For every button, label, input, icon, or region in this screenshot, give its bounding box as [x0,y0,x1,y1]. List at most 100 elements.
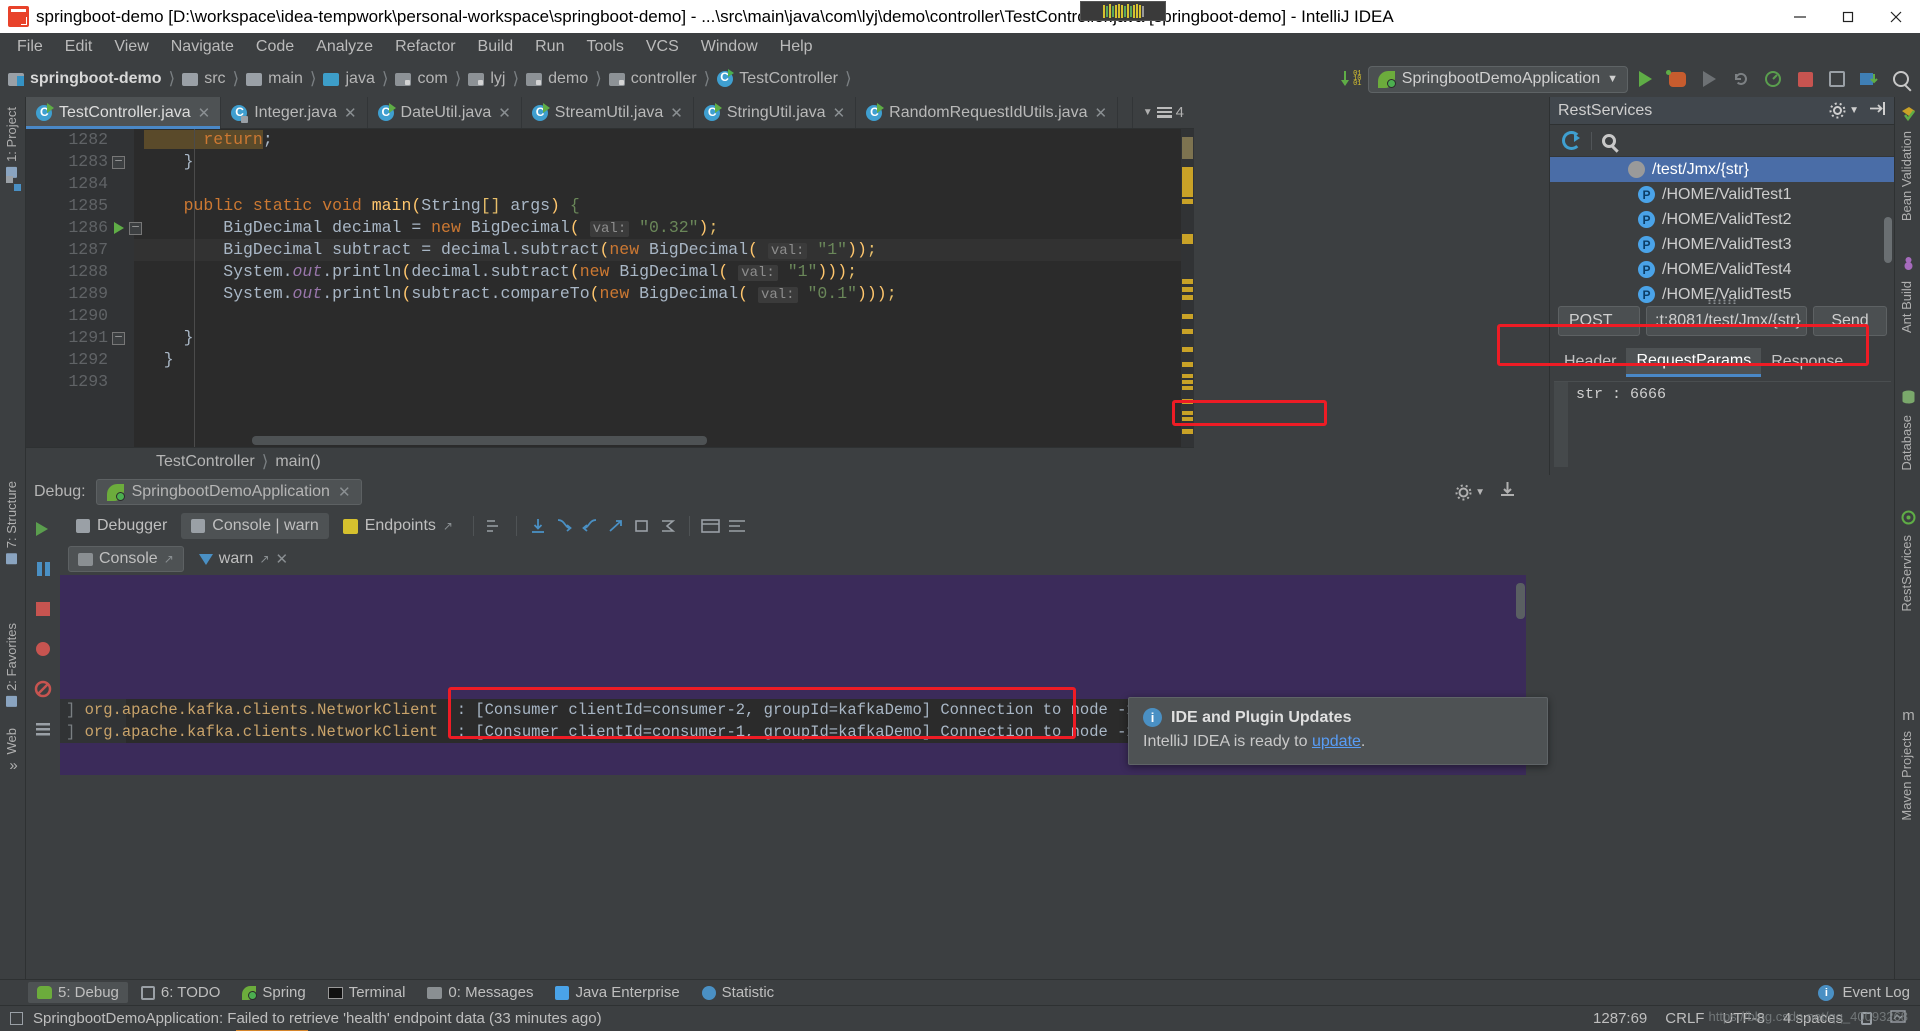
update-link[interactable]: update [1312,733,1361,750]
editor-code-area[interactable]: return; } public static void main(String… [134,129,1194,447]
list-item[interactable]: /test/Jmx/{str} [1550,157,1894,182]
breadcrumb-item-controller[interactable]: controller [608,70,697,88]
editor-tab-streamutil[interactable]: StreamUtil.java ✕ [522,97,694,128]
tool-button-debug[interactable]: 5: Debug [28,982,128,1003]
resume-program-icon[interactable] [26,509,60,549]
restservices-endpoint-list[interactable]: /test/Jmx/{str} P /HOME/ValidTest1 P /HO… [1550,157,1894,305]
export-button[interactable] [1499,481,1516,503]
tab-header[interactable]: Header [1554,349,1626,375]
close-icon[interactable]: ✕ [276,550,289,568]
tab-requestparams[interactable]: RequestParams [1626,347,1762,377]
mute-breakpoints-icon[interactable] [26,669,60,709]
debug-button[interactable] [1662,64,1692,94]
breadcrumb-item-src[interactable]: src [182,70,226,88]
request-url-input[interactable]: :t:8081/test/Jmx/{str} [1646,306,1807,336]
http-method-select[interactable]: POST [1558,306,1640,336]
step-out-icon[interactable] [605,515,627,537]
editor-tab-overflow[interactable]: ▼ 4 [1131,97,1194,128]
sidebar-item-bean-validation[interactable]: Bean Validation [1894,125,1919,227]
menu-edit[interactable]: Edit [54,35,104,59]
close-icon[interactable]: ✕ [1094,104,1107,122]
console-vertical-scrollbar[interactable] [1516,583,1525,619]
menu-vcs[interactable]: VCS [635,35,690,59]
download-binary-icon[interactable]: 01 10 01 [1336,64,1366,94]
stop-program-icon[interactable] [26,589,60,629]
minimize-button[interactable] [1776,0,1824,33]
editor-gutter[interactable]: 1282 1283 1284 1285 1286 1287 1288 1289 … [26,129,142,447]
menu-file[interactable]: File [6,35,54,59]
close-icon[interactable]: ✕ [833,104,846,122]
close-icon[interactable]: ✕ [338,483,351,501]
settings-button[interactable]: ▼ [1455,484,1485,501]
menu-build[interactable]: Build [467,35,525,59]
request-params-editor[interactable]: str : 6666 [1554,381,1891,467]
tool-button-terminal[interactable]: Terminal [319,982,415,1003]
fold-marker-icon[interactable]: ─ [112,332,125,345]
layout-button[interactable] [1822,64,1852,94]
list-item[interactable]: P /HOME/ValidTest1 [1550,182,1894,207]
list-item[interactable]: P /HOME/ValidTest2 [1550,207,1894,232]
editor-horizontal-scrollbar[interactable] [252,436,707,445]
run-button[interactable] [1630,64,1660,94]
search-icon[interactable] [1602,133,1616,148]
update-project-icon[interactable] [1854,64,1884,94]
sidebar-item-structure[interactable]: 7: Structure [0,475,24,570]
menu-view[interactable]: View [103,35,159,59]
close-icon[interactable]: ✕ [198,104,211,122]
list-item[interactable]: P /HOME/ValidTest4 [1550,257,1894,282]
drop-frame-icon[interactable] [631,515,653,537]
scroll-to-end-icon[interactable] [726,515,748,537]
breadcrumb-item-class[interactable]: TestController [717,69,838,88]
send-button[interactable]: Send [1813,306,1887,336]
editor-marker-strip[interactable] [1181,129,1194,447]
editor-tab-randomrequestidutils[interactable]: RandomRequestIdUtils.java ✕ [856,97,1119,128]
tool-button-spring[interactable]: Spring [233,982,314,1003]
breadcrumb-item-java[interactable]: java [323,70,375,88]
close-icon[interactable]: ✕ [670,104,683,122]
rerun-button[interactable] [1726,64,1756,94]
close-button[interactable] [1872,0,1920,33]
sidebar-item-ant-build[interactable]: Ant Build [1894,275,1919,339]
tool-button-statistic[interactable]: Statistic [693,982,784,1003]
run-with-coverage-button[interactable] [1694,64,1724,94]
tool-button-todo[interactable]: 6: TODO [132,982,229,1003]
soft-wrap-icon[interactable] [700,515,722,537]
close-icon[interactable]: ✕ [498,104,511,122]
structure-rail-icon[interactable] [5,175,22,192]
sidebar-item-maven-projects[interactable]: Maven Projects [1894,725,1919,827]
pause-program-icon[interactable] [26,549,60,589]
breadcrumb-item-main[interactable]: main [246,70,303,88]
fold-marker-icon[interactable]: ─ [112,156,125,169]
code-editor[interactable]: 1282 1283 1284 1285 1286 1287 1288 1289 … [26,129,1194,447]
caret-position[interactable]: 1287:69 [1593,1010,1647,1027]
breadcrumb-class[interactable]: TestController [156,453,255,471]
breadcrumb-item-lyj[interactable]: lyj [468,70,505,88]
debug-session-tab[interactable]: SpringbootDemoApplication ✕ [95,479,362,505]
refresh-icon[interactable] [1562,131,1581,150]
menu-analyze[interactable]: Analyze [305,35,384,59]
editor-tab-stringutil[interactable]: StringUtil.java ✕ [694,97,857,128]
expand-rail-icon[interactable]: » [5,757,22,774]
sidebar-item-web[interactable]: Web [0,722,24,761]
stop-button[interactable] [1790,64,1820,94]
endpoint-list-scrollbar[interactable] [1884,217,1892,263]
status-message[interactable]: SpringbootDemoApplication: Failed to ret… [33,1010,602,1027]
editor-tab-dateutil[interactable]: DateUtil.java ✕ [368,97,522,128]
menu-run[interactable]: Run [524,35,575,59]
menu-help[interactable]: Help [769,35,824,59]
view-breakpoints-icon[interactable] [26,629,60,669]
list-item[interactable]: P /HOME/ValidTest3 [1550,232,1894,257]
sidebar-item-favorites[interactable]: 2: Favorites [0,617,24,713]
subtab-console[interactable]: Console ↗ [68,546,184,572]
search-everywhere-icon[interactable] [1886,64,1916,94]
force-step-into-icon[interactable] [579,515,601,537]
editor-tab-testcontroller[interactable]: TestController.java ✕ [26,97,222,129]
menu-navigate[interactable]: Navigate [160,35,245,59]
status-checkbox-icon[interactable] [10,1012,23,1025]
sidebar-item-restservices[interactable]: RestServices [1894,529,1919,618]
step-into-icon[interactable] [553,515,575,537]
request-param-line[interactable]: str : 6666 [1554,382,1891,407]
sidebar-item-database[interactable]: Database [1894,409,1919,477]
breadcrumb-method[interactable]: main() [275,453,320,471]
maximize-button[interactable] [1824,0,1872,33]
